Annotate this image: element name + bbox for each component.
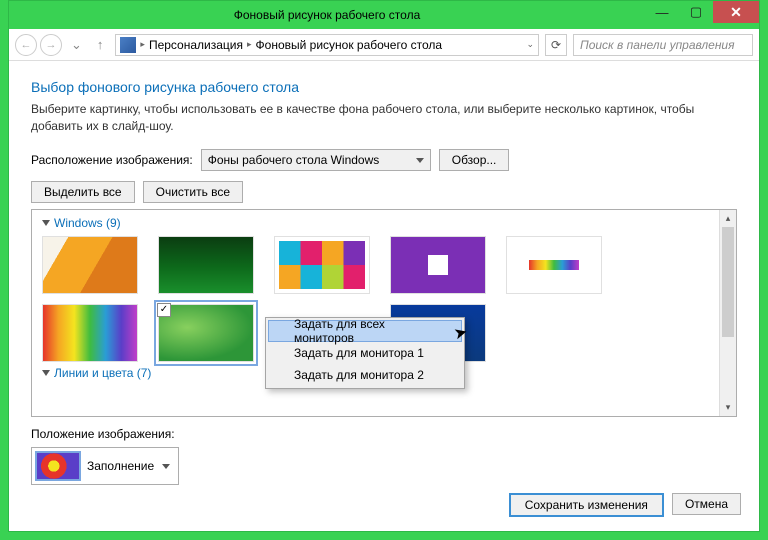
nav-up-button[interactable]: ↑ [91, 37, 110, 52]
thumbnail-row-1 [42, 236, 726, 294]
wallpaper-thumb-3[interactable] [274, 236, 370, 294]
image-location-row: Расположение изображения: Фоны рабочего … [31, 149, 737, 171]
minimize-button[interactable]: — [645, 1, 679, 23]
wallpaper-thumb-2[interactable] [158, 236, 254, 294]
titlebar: Фоновый рисунок рабочего стола — ▢ ✕ [9, 1, 759, 29]
browse-button[interactable]: Обзор... [439, 149, 510, 171]
nav-recent-dropdown[interactable]: ⌄ [65, 37, 88, 53]
position-row: Заполнение [31, 447, 737, 485]
context-set-monitor-2[interactable]: Задать для монитора 2 [268, 364, 462, 386]
close-button[interactable]: ✕ [713, 1, 759, 23]
context-set-all-monitors[interactable]: Задать для всех мониторов [268, 320, 462, 342]
clear-all-button[interactable]: Очистить все [143, 181, 243, 203]
save-changes-button[interactable]: Сохранить изменения [509, 493, 664, 517]
context-menu: Задать для всех мониторов Задать для мон… [265, 317, 465, 389]
refresh-button[interactable]: ⟳ [545, 34, 567, 56]
footer: Сохранить изменения Отмена [9, 483, 759, 531]
page-heading: Выбор фонового рисунка рабочего стола [31, 79, 737, 95]
image-location-value: Фоны рабочего стола Windows [208, 153, 380, 167]
chevron-right-icon: ▸ [247, 39, 252, 50]
nav-back-button[interactable]: ← [15, 34, 37, 56]
control-panel-icon [120, 37, 136, 53]
position-preview-icon [35, 451, 81, 481]
select-all-button[interactable]: Выделить все [31, 181, 135, 203]
position-label: Положение изображения: [31, 427, 737, 441]
vertical-scrollbar[interactable]: ▴ ▾ [719, 210, 736, 416]
image-location-select[interactable]: Фоны рабочего стола Windows [201, 149, 431, 171]
wallpaper-thumb-5[interactable] [506, 236, 602, 294]
position-select[interactable]: Заполнение [31, 447, 179, 485]
scrollbar-thumb[interactable] [722, 227, 734, 337]
wallpaper-thumb-7-selected[interactable]: ✓ [158, 304, 254, 362]
chevron-right-icon: ▸ [140, 39, 145, 50]
nav-bar: ← → ⌄ ↑ ▸ Персонализация ▸ Фоновый рисун… [9, 29, 759, 61]
checkbox-checked-icon[interactable]: ✓ [157, 303, 171, 317]
selection-buttons: Выделить все Очистить все [31, 181, 737, 203]
image-location-label: Расположение изображения: [31, 153, 193, 167]
breadcrumb[interactable]: ▸ Персонализация ▸ Фоновый рисунок рабоч… [115, 34, 539, 56]
window-title: Фоновый рисунок рабочего стола [9, 8, 645, 22]
search-input[interactable]: Поиск в панели управления [573, 34, 753, 56]
nav-arrows: ← → ⌄ ↑ [15, 34, 109, 56]
wallpaper-thumb-4[interactable] [390, 236, 486, 294]
cancel-button[interactable]: Отмена [672, 493, 741, 515]
breadcrumb-dropdown-icon[interactable]: ⌄ [526, 39, 534, 50]
maximize-button[interactable]: ▢ [679, 1, 713, 23]
breadcrumb-level2[interactable]: Фоновый рисунок рабочего стола [256, 38, 443, 52]
nav-forward-button[interactable]: → [40, 34, 62, 56]
search-placeholder: Поиск в панели управления [580, 38, 735, 52]
position-value: Заполнение [87, 459, 154, 473]
control-panel-window: Фоновый рисунок рабочего стола — ▢ ✕ ← →… [8, 0, 760, 532]
page-subtext: Выберите картинку, чтобы использовать ее… [31, 101, 737, 135]
wallpaper-thumb-6[interactable] [42, 304, 138, 362]
content-area: Выбор фонового рисунка рабочего стола Вы… [9, 61, 759, 495]
scroll-down-icon[interactable]: ▾ [720, 399, 736, 416]
context-set-monitor-1[interactable]: Задать для монитора 1 [268, 342, 462, 364]
breadcrumb-level1[interactable]: Персонализация [149, 38, 243, 52]
scroll-up-icon[interactable]: ▴ [720, 210, 736, 227]
group-windows[interactable]: Windows (9) [42, 216, 726, 230]
window-controls: — ▢ ✕ [645, 1, 759, 29]
wallpaper-thumb-1[interactable] [42, 236, 138, 294]
collapse-icon [42, 220, 50, 226]
collapse-icon [42, 370, 50, 376]
